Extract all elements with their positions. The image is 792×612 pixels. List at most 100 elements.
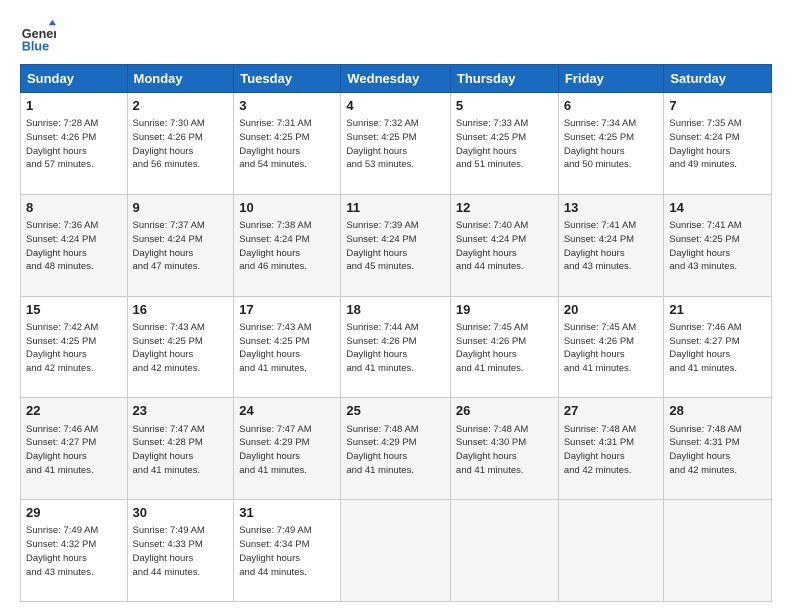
day-info: Sunrise: 7:37 AMSunset: 4:24 PMDaylight … bbox=[133, 219, 229, 274]
calendar-cell bbox=[450, 500, 558, 602]
sunrise-line: Sunrise: 7:48 AM bbox=[456, 423, 553, 437]
sunrise-line: Sunrise: 7:47 AM bbox=[239, 423, 335, 437]
sunset-line: Sunset: 4:31 PM bbox=[669, 436, 766, 450]
daylight-minutes-line: and 41 minutes. bbox=[239, 464, 335, 478]
sunset-line: Sunset: 4:24 PM bbox=[456, 233, 553, 247]
calendar-cell: 4Sunrise: 7:32 AMSunset: 4:25 PMDaylight… bbox=[341, 93, 451, 195]
daylight-line: Daylight hours bbox=[26, 552, 122, 566]
daylight-minutes-line: and 41 minutes. bbox=[564, 362, 659, 376]
day-number: 29 bbox=[26, 504, 122, 522]
day-info: Sunrise: 7:30 AMSunset: 4:26 PMDaylight … bbox=[133, 117, 229, 172]
daylight-line: Daylight hours bbox=[456, 247, 553, 261]
day-info: Sunrise: 7:48 AMSunset: 4:30 PMDaylight … bbox=[456, 423, 553, 478]
sunset-line: Sunset: 4:25 PM bbox=[133, 335, 229, 349]
sunrise-line: Sunrise: 7:42 AM bbox=[26, 321, 122, 335]
daylight-minutes-line: and 46 minutes. bbox=[239, 260, 335, 274]
day-info: Sunrise: 7:34 AMSunset: 4:25 PMDaylight … bbox=[564, 117, 659, 172]
day-info: Sunrise: 7:39 AMSunset: 4:24 PMDaylight … bbox=[346, 219, 445, 274]
day-number: 23 bbox=[133, 402, 229, 420]
sunset-line: Sunset: 4:30 PM bbox=[456, 436, 553, 450]
daylight-minutes-line: and 47 minutes. bbox=[133, 260, 229, 274]
daylight-line: Daylight hours bbox=[239, 348, 335, 362]
day-info: Sunrise: 7:47 AMSunset: 4:28 PMDaylight … bbox=[133, 423, 229, 478]
daylight-line: Daylight hours bbox=[26, 145, 122, 159]
calendar-cell: 3Sunrise: 7:31 AMSunset: 4:25 PMDaylight… bbox=[234, 93, 341, 195]
day-number: 14 bbox=[669, 199, 766, 217]
sunset-line: Sunset: 4:26 PM bbox=[456, 335, 553, 349]
calendar-cell: 31Sunrise: 7:49 AMSunset: 4:34 PMDayligh… bbox=[234, 500, 341, 602]
sunset-line: Sunset: 4:25 PM bbox=[239, 335, 335, 349]
daylight-minutes-line: and 49 minutes. bbox=[669, 158, 766, 172]
daylight-line: Daylight hours bbox=[346, 348, 445, 362]
page: General Blue SundayMondayTuesdayWednesda… bbox=[0, 0, 792, 612]
day-number: 30 bbox=[133, 504, 229, 522]
calendar-cell: 22Sunrise: 7:46 AMSunset: 4:27 PMDayligh… bbox=[21, 398, 128, 500]
sunrise-line: Sunrise: 7:47 AM bbox=[133, 423, 229, 437]
daylight-line: Daylight hours bbox=[456, 348, 553, 362]
day-info: Sunrise: 7:38 AMSunset: 4:24 PMDaylight … bbox=[239, 219, 335, 274]
calendar-cell: 9 Sunrise: 7:37 AMSunset: 4:24 PMDaylight… bbox=[127, 194, 234, 296]
calendar-cell: 1Sunrise: 7:28 AMSunset: 4:26 PMDaylight… bbox=[21, 93, 128, 195]
daylight-line: Daylight hours bbox=[564, 145, 659, 159]
daylight-line: Daylight hours bbox=[669, 348, 766, 362]
day-number: 16 bbox=[133, 301, 229, 319]
day-info: Sunrise: 7:35 AMSunset: 4:24 PMDaylight … bbox=[669, 117, 766, 172]
sunrise-line: Sunrise: 7:46 AM bbox=[26, 423, 122, 437]
day-number: 1 bbox=[26, 97, 122, 115]
day-number: 4 bbox=[346, 97, 445, 115]
daylight-line: Daylight hours bbox=[564, 450, 659, 464]
sunset-line: Sunset: 4:25 PM bbox=[26, 335, 122, 349]
sunset-line: Sunset: 4:24 PM bbox=[564, 233, 659, 247]
sunset-line: Sunset: 4:32 PM bbox=[26, 538, 122, 552]
daylight-minutes-line: and 50 minutes. bbox=[564, 158, 659, 172]
daylight-line: Daylight hours bbox=[564, 247, 659, 261]
daylight-minutes-line: and 41 minutes. bbox=[456, 464, 553, 478]
day-number: 24 bbox=[239, 402, 335, 420]
daylight-minutes-line: and 43 minutes. bbox=[564, 260, 659, 274]
sunrise-line: Sunrise: 7:43 AM bbox=[133, 321, 229, 335]
daylight-minutes-line: and 42 minutes. bbox=[26, 362, 122, 376]
daylight-minutes-line: and 56 minutes. bbox=[133, 158, 229, 172]
calendar-header-cell: Thursday bbox=[450, 65, 558, 93]
day-number: 8 bbox=[26, 199, 122, 217]
sunrise-line: Sunrise: 7:49 AM bbox=[239, 524, 335, 538]
calendar-cell: 19Sunrise: 7:45 AMSunset: 4:26 PMDayligh… bbox=[450, 296, 558, 398]
daylight-line: Daylight hours bbox=[26, 348, 122, 362]
calendar-cell: 30Sunrise: 7:49 AMSunset: 4:33 PMDayligh… bbox=[127, 500, 234, 602]
daylight-minutes-line: and 41 minutes. bbox=[456, 362, 553, 376]
calendar-cell: 5Sunrise: 7:33 AMSunset: 4:25 PMDaylight… bbox=[450, 93, 558, 195]
calendar-body: 1Sunrise: 7:28 AMSunset: 4:26 PMDaylight… bbox=[21, 93, 772, 602]
daylight-minutes-line: and 44 minutes. bbox=[133, 566, 229, 580]
daylight-line: Daylight hours bbox=[133, 145, 229, 159]
sunset-line: Sunset: 4:27 PM bbox=[669, 335, 766, 349]
day-info: Sunrise: 7:46 AMSunset: 4:27 PMDaylight … bbox=[26, 423, 122, 478]
sunset-line: Sunset: 4:26 PM bbox=[133, 131, 229, 145]
calendar-cell: 25Sunrise: 7:48 AMSunset: 4:29 PMDayligh… bbox=[341, 398, 451, 500]
day-number: 26 bbox=[456, 402, 553, 420]
daylight-minutes-line: and 57 minutes. bbox=[26, 158, 122, 172]
calendar-header-cell: Friday bbox=[558, 65, 664, 93]
sunset-line: Sunset: 4:24 PM bbox=[133, 233, 229, 247]
daylight-line: Daylight hours bbox=[26, 247, 122, 261]
daylight-line: Daylight hours bbox=[669, 247, 766, 261]
calendar-cell: 17Sunrise: 7:43 AMSunset: 4:25 PMDayligh… bbox=[234, 296, 341, 398]
day-info: Sunrise: 7:49 AMSunset: 4:32 PMDaylight … bbox=[26, 524, 122, 579]
day-number: 7 bbox=[669, 97, 766, 115]
daylight-minutes-line: and 41 minutes. bbox=[669, 362, 766, 376]
daylight-minutes-line: and 42 minutes. bbox=[133, 362, 229, 376]
daylight-minutes-line: and 54 minutes. bbox=[239, 158, 335, 172]
day-info: Sunrise: 7:45 AMSunset: 4:26 PMDaylight … bbox=[456, 321, 553, 376]
sunrise-line: Sunrise: 7:40 AM bbox=[456, 219, 553, 233]
calendar-row: 1Sunrise: 7:28 AMSunset: 4:26 PMDaylight… bbox=[21, 93, 772, 195]
daylight-line: Daylight hours bbox=[26, 450, 122, 464]
sunrise-line: Sunrise: 7:44 AM bbox=[346, 321, 445, 335]
day-info: Sunrise: 7:36 AMSunset: 4:24 PMDaylight … bbox=[26, 219, 122, 274]
sunset-line: Sunset: 4:26 PM bbox=[346, 335, 445, 349]
daylight-line: Daylight hours bbox=[669, 145, 766, 159]
day-info: Sunrise: 7:49 AMSunset: 4:34 PMDaylight … bbox=[239, 524, 335, 579]
day-number: 9 bbox=[133, 199, 229, 217]
calendar-cell: 21Sunrise: 7:46 AMSunset: 4:27 PMDayligh… bbox=[664, 296, 772, 398]
day-info: Sunrise: 7:48 AMSunset: 4:31 PMDaylight … bbox=[564, 423, 659, 478]
sunrise-line: Sunrise: 7:39 AM bbox=[346, 219, 445, 233]
sunset-line: Sunset: 4:24 PM bbox=[26, 233, 122, 247]
